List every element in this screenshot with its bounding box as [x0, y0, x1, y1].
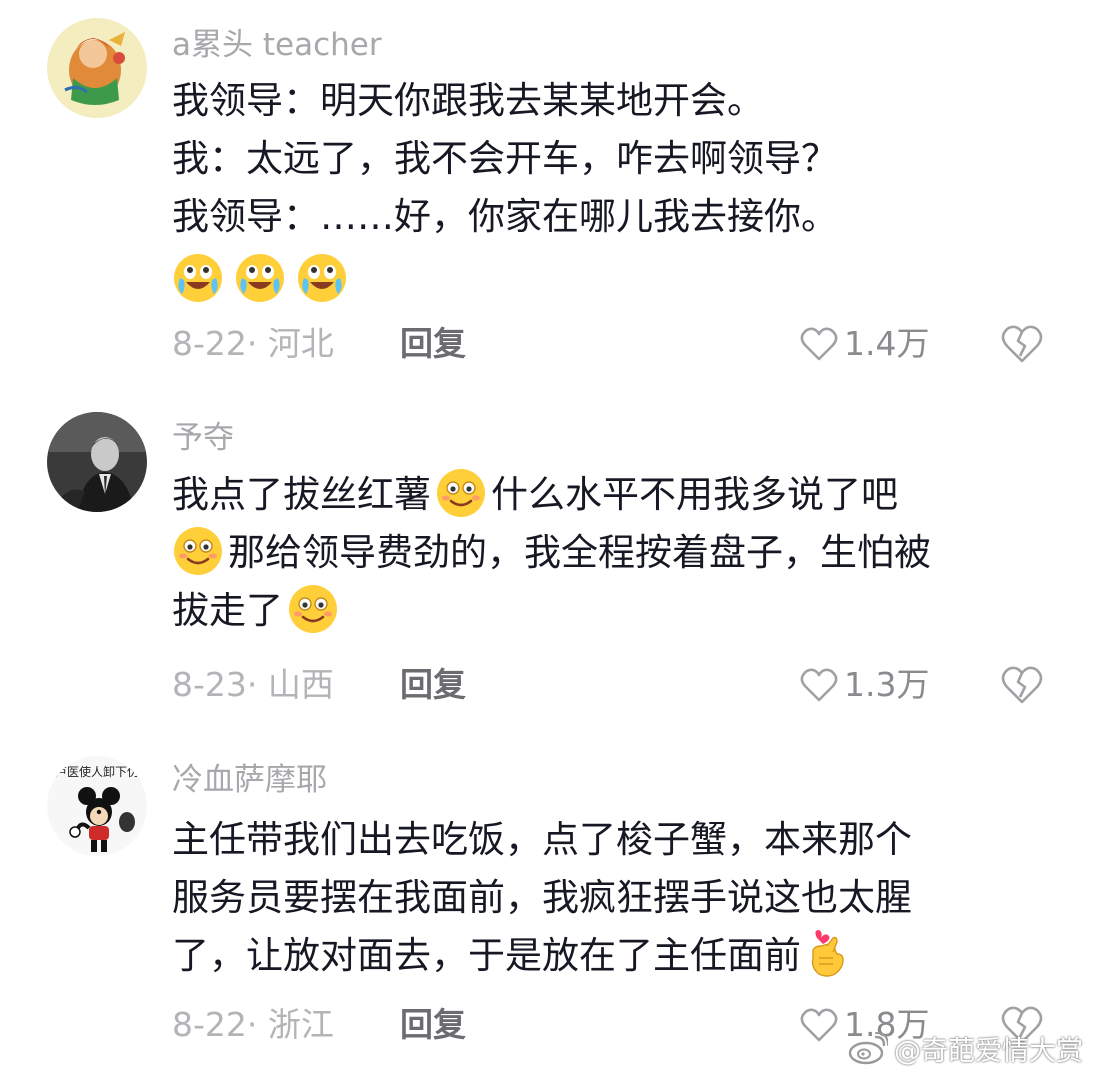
comment-screen: { "comments": [ { "username": "a累头 teach… [0, 0, 1097, 1080]
comment-line: 我点了拔丝红薯 什么水平不用我多说了吧 [172, 466, 1052, 524]
watermark: @奇葩爱情大赏 [848, 1028, 1083, 1068]
emoji-row [172, 246, 1052, 310]
avatar-caption: 卢医使人卸下伪 [55, 764, 139, 779]
comment-meta: 8-23· 山西 回复 1.3万 [172, 663, 1097, 707]
finger-heart-emoji [803, 928, 855, 980]
comment-text: 我点了拔丝红薯 什么水平不用我多说了吧 那给领导费劲的，我全程按着盘子，生怕被 拔… [172, 466, 1052, 640]
comment-line: 主任带我们出去吃饭，点了梭子蟹，本来那个 [172, 818, 912, 861]
like-count: 1.4万 [844, 324, 930, 363]
like-count: 1.3万 [844, 665, 930, 704]
comment-line: 拔走了 [172, 582, 1052, 640]
reply-button[interactable]: 回复 [400, 1003, 466, 1047]
comment-text: 我领导：明天你跟我去某某地开会。 我：太远了，我不会开车，咋去啊领导？ 我领导：… [172, 72, 1052, 310]
broken-heart-icon [1001, 666, 1043, 704]
comment-line-text: 了，让放对面去，于是放在了主任面前 [172, 934, 801, 977]
smile-emoji [435, 467, 487, 519]
date-location: 8-22· 河北 [172, 324, 334, 363]
username[interactable]: a累头 teacher [172, 27, 382, 63]
heart-icon [800, 327, 838, 361]
username[interactable]: 予夺 [172, 420, 234, 456]
heart-icon [800, 668, 838, 702]
comment-line: 了，让放对面去，于是放在了主任面前 [172, 927, 1052, 985]
date-location: 8-22· 浙江 [172, 1005, 334, 1044]
comment-line-text: 那给领导费劲的，我全程按着盘子，生怕被 [228, 531, 931, 574]
avatar[interactable] [47, 18, 147, 118]
comment-line-text: 什么水平不用我多说了吧 [491, 473, 898, 516]
avatar[interactable] [47, 412, 147, 512]
date-location: 8-23· 山西 [172, 665, 334, 704]
comment-meta: 8-22· 河北 回复 1.4万 [172, 322, 1097, 366]
avatar[interactable]: 卢医使人卸下伪 [47, 756, 147, 856]
comment-line: 服务员要摆在我面前，我疯狂摆手说这也太腥 [172, 876, 912, 919]
like-button[interactable]: 1.3万 [800, 663, 929, 707]
comment-line: 我：太远了，我不会开车，咋去啊领导？ [172, 137, 838, 180]
dislike-button[interactable] [1000, 665, 1044, 705]
like-button[interactable]: 1.4万 [800, 322, 929, 366]
smile-emoji [287, 583, 339, 635]
comment-line: 我领导：……好，你家在哪儿我去接你。 [172, 195, 838, 238]
weibo-logo-icon [848, 1032, 888, 1065]
broken-heart-icon [1001, 325, 1043, 363]
smile-emoji [172, 525, 224, 577]
crying-laughing-emoji [172, 252, 224, 304]
crying-laughing-emoji [234, 252, 286, 304]
comment-line-text: 我点了拔丝红薯 [172, 473, 431, 516]
reply-button[interactable]: 回复 [400, 663, 466, 707]
watermark-text: @奇葩爱情大赏 [894, 1035, 1083, 1067]
comment-line-text: 拔走了 [172, 589, 283, 632]
reply-button[interactable]: 回复 [400, 322, 466, 366]
comment-text: 主任带我们出去吃饭，点了梭子蟹，本来那个 服务员要摆在我面前，我疯狂摆手说这也太… [172, 811, 1052, 985]
comment-line: 那给领导费劲的，我全程按着盘子，生怕被 [172, 524, 1052, 582]
crying-laughing-emoji [296, 252, 348, 304]
comment-line: 我领导：明天你跟我去某某地开会。 [172, 79, 764, 122]
dislike-button[interactable] [1000, 324, 1044, 364]
username[interactable]: 冷血萨摩耶 [172, 762, 327, 798]
heart-icon [800, 1008, 838, 1042]
